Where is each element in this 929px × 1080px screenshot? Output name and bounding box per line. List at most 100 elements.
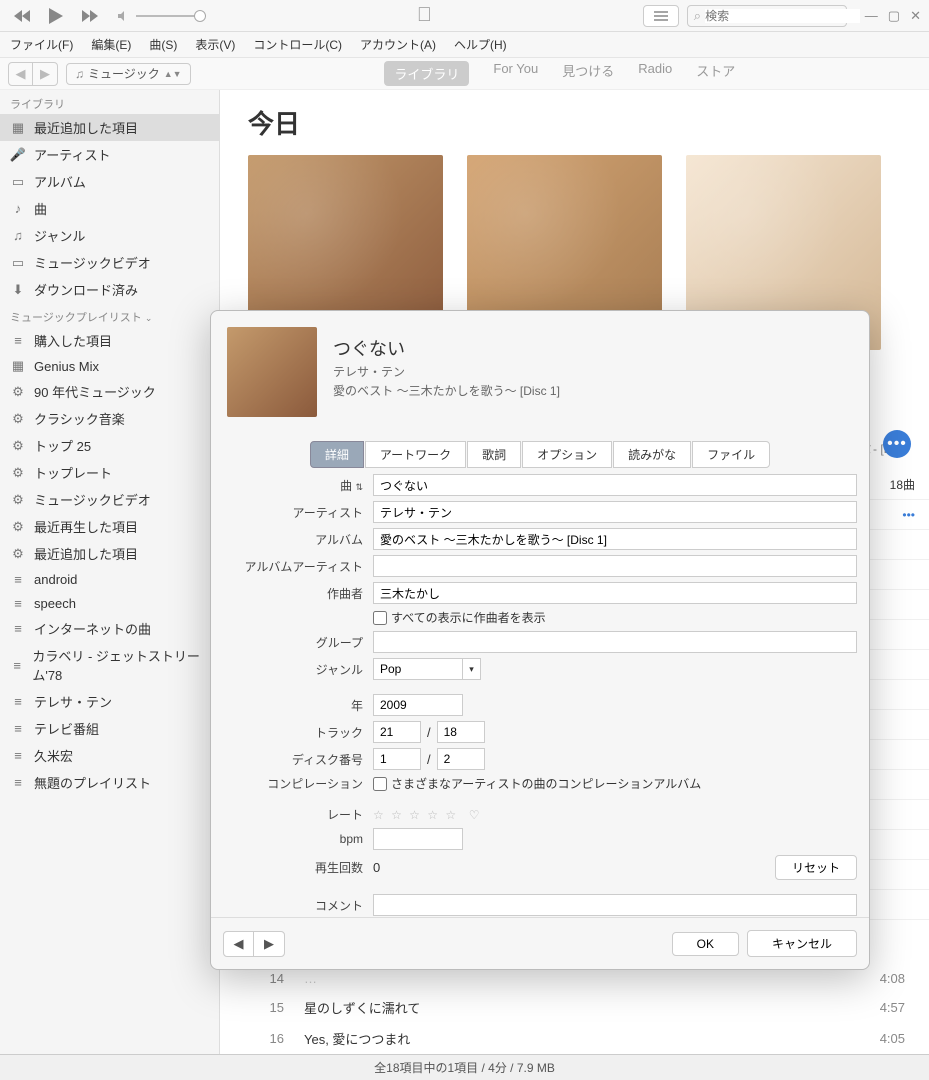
playlist-90s[interactable]: ⚙90 年代ミュージック: [0, 378, 219, 405]
bpm-input[interactable]: [373, 828, 463, 850]
track-row[interactable]: 15星のしずくに濡れて4:57: [220, 992, 929, 1023]
reset-button[interactable]: リセット: [775, 855, 857, 880]
dialog-prev-button[interactable]: ◀: [224, 932, 254, 956]
playlist-recentplay[interactable]: ⚙最近再生した項目: [0, 513, 219, 540]
comment-input[interactable]: [373, 894, 857, 916]
menu-control[interactable]: コントロール(C): [253, 36, 342, 53]
menu-help[interactable]: ヘルプ(H): [454, 36, 507, 53]
sidebar-item-artists[interactable]: 🎤アーティスト: [0, 141, 219, 168]
list-icon: ≡: [10, 721, 26, 737]
playlist-speech[interactable]: ≡speech: [0, 591, 219, 615]
search-input[interactable]: ⌕: [687, 5, 847, 27]
tab-browse[interactable]: 見つける: [562, 61, 614, 86]
dialog-tab-ruby[interactable]: 読みがな: [613, 441, 691, 468]
close-button[interactable]: ✕: [910, 8, 921, 24]
dialog-tab-options[interactable]: オプション: [522, 441, 612, 468]
playlist-caravelli[interactable]: ≡カラベリ - ジェットストリーム'78: [0, 642, 219, 688]
prev-button[interactable]: [8, 4, 36, 28]
sidebar-item-videos[interactable]: ▭ミュージックビデオ: [0, 249, 219, 276]
dialog-next-button[interactable]: ▶: [254, 932, 284, 956]
playlist-internet[interactable]: ≡インターネットの曲: [0, 615, 219, 642]
disc-total-input[interactable]: [437, 748, 485, 770]
media-type-select[interactable]: ♫ ミュージック ▲▼: [66, 63, 191, 85]
track-num-input[interactable]: [373, 721, 421, 743]
menu-view[interactable]: 表示(V): [195, 36, 235, 53]
genre-icon: ♫: [10, 228, 26, 244]
playlist-musicvideo[interactable]: ⚙ミュージックビデオ: [0, 486, 219, 513]
dialog-artist: テレサ・テン: [333, 363, 853, 380]
cancel-button[interactable]: キャンセル: [747, 930, 857, 957]
nav-back-button[interactable]: ◀: [9, 63, 33, 85]
bottom-tracks: 14…4:08 15星のしずくに濡れて4:57 16Yes, 愛につつまれ4:0…: [220, 965, 929, 1054]
list-icon: ≡: [10, 621, 26, 637]
titlebar:  ⌕ — ▢ ✕: [0, 0, 929, 32]
artist-input[interactable]: [373, 501, 857, 523]
sidebar-item-songs[interactable]: ♪曲: [0, 195, 219, 222]
tab-library[interactable]: ライブラリ: [384, 61, 469, 86]
ok-button[interactable]: OK: [672, 932, 739, 956]
album-icon: ▭: [10, 174, 26, 190]
sidebar-item-genres[interactable]: ♫ジャンル: [0, 222, 219, 249]
playlist-kume[interactable]: ≡久米宏: [0, 742, 219, 769]
sidebar-item-albums[interactable]: ▭アルバム: [0, 168, 219, 195]
year-input[interactable]: [373, 694, 463, 716]
album-input[interactable]: [373, 528, 857, 550]
nav-forward-button[interactable]: ▶: [33, 63, 57, 85]
mic-icon: 🎤: [10, 147, 26, 163]
dialog-tab-detail[interactable]: 詳細: [310, 441, 364, 468]
menu-song[interactable]: 曲(S): [149, 36, 177, 53]
dialog-tabs: 詳細 アートワーク 歌詞 オプション 読みがな ファイル: [211, 441, 869, 468]
sidebar-item-recent[interactable]: ▦最近追加した項目: [0, 114, 219, 141]
dialog-tab-lyrics[interactable]: 歌詞: [467, 441, 521, 468]
genre-select[interactable]: [373, 658, 463, 680]
disc-num-input[interactable]: [373, 748, 421, 770]
maximize-button[interactable]: ▢: [888, 8, 900, 24]
gear-icon: ⚙: [10, 492, 26, 508]
minimize-button[interactable]: —: [865, 8, 878, 24]
group-input[interactable]: [373, 631, 857, 653]
gear-icon: ⚙: [10, 438, 26, 454]
menu-account[interactable]: アカウント(A): [360, 36, 436, 53]
menu-file[interactable]: ファイル(F): [10, 36, 73, 53]
tab-store[interactable]: ストア: [696, 61, 735, 86]
playlist-android[interactable]: ≡android: [0, 567, 219, 591]
playlist-purchased[interactable]: ≡購入した項目: [0, 327, 219, 354]
volume-slider[interactable]: [118, 10, 206, 22]
song-input[interactable]: [373, 474, 857, 496]
note-icon: ♪: [10, 201, 26, 217]
track-total-input[interactable]: [437, 721, 485, 743]
dialog-album: 愛のベスト ～三木たかしを歌う～ [Disc 1]: [333, 382, 853, 399]
playlist-top25[interactable]: ⚙トップ 25: [0, 432, 219, 459]
rating-stars[interactable]: ☆ ☆ ☆ ☆ ☆ ♡: [373, 808, 482, 822]
tab-radio[interactable]: Radio: [638, 61, 672, 86]
dialog-tab-artwork[interactable]: アートワーク: [365, 441, 466, 468]
playlist-tv[interactable]: ≡テレビ番組: [0, 715, 219, 742]
playlist-recentadd[interactable]: ⚙最近追加した項目: [0, 540, 219, 567]
track-row[interactable]: 16Yes, 愛につつまれ4:05: [220, 1023, 929, 1054]
next-button[interactable]: [76, 4, 104, 28]
playlist-teresa[interactable]: ≡テレサ・テン: [0, 688, 219, 715]
play-button[interactable]: [42, 4, 70, 28]
gear-icon: ⚙: [10, 546, 26, 562]
tab-foryou[interactable]: For You: [493, 61, 538, 86]
more-button[interactable]: •••: [883, 430, 911, 458]
sidebar: ライブラリ ▦最近追加した項目 🎤アーティスト ▭アルバム ♪曲 ♫ジャンル ▭…: [0, 90, 220, 1054]
list-view-button[interactable]: [643, 5, 679, 27]
gear-icon: ⚙: [10, 465, 26, 481]
list-icon: ≡: [10, 595, 26, 611]
show-composer-checkbox[interactable]: [373, 611, 387, 625]
playlist-toprated[interactable]: ⚙トップレート: [0, 459, 219, 486]
gear-icon: ⚙: [10, 519, 26, 535]
playlist-untitled[interactable]: ≡無題のプレイリスト: [0, 769, 219, 796]
playlist-classical[interactable]: ⚙クラシック音楽: [0, 405, 219, 432]
composer-input[interactable]: [373, 582, 857, 604]
menu-edit[interactable]: 編集(E): [91, 36, 131, 53]
dialog-tab-file[interactable]: ファイル: [692, 441, 770, 468]
sidebar-item-downloaded[interactable]: ⬇ダウンロード済み: [0, 276, 219, 303]
dialog-artwork: [227, 327, 317, 417]
gear-icon: ⚙: [10, 384, 26, 400]
list-icon: ≡: [10, 694, 26, 710]
playlist-genius[interactable]: ▦Genius Mix: [0, 354, 219, 378]
albumartist-input[interactable]: [373, 555, 857, 577]
compilation-checkbox[interactable]: [373, 777, 387, 791]
